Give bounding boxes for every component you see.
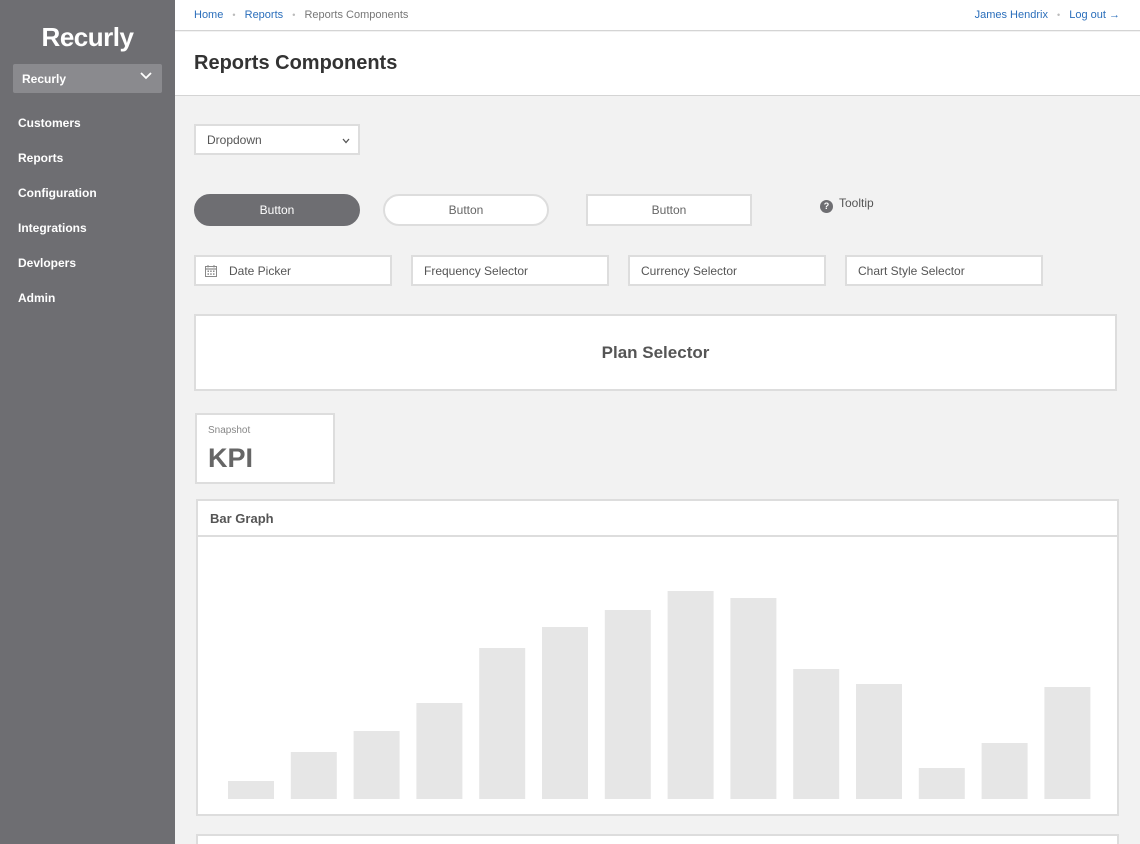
bar-graph-plot <box>228 591 1091 799</box>
bar-9 <box>730 598 777 799</box>
chart-style-selector[interactable]: Chart Style Selector <box>845 255 1043 286</box>
user-menu: James Hendrix • Log out → <box>975 9 1120 21</box>
breadcrumb-current: Reports Components <box>304 9 409 21</box>
bar-13 <box>981 743 1028 799</box>
next-card <box>196 834 1119 844</box>
bar-4 <box>416 703 463 799</box>
bar-graph-header: Bar Graph <box>196 499 1119 537</box>
account-selector[interactable]: Recurly <box>13 64 162 93</box>
dropdown-select[interactable]: Dropdown <box>194 124 360 155</box>
breadcrumb-separator: • <box>292 10 296 20</box>
primary-button[interactable]: Button <box>194 194 360 226</box>
kpi-value: KPI <box>208 443 254 473</box>
bar-graph <box>196 535 1119 816</box>
account-label: Recurly <box>22 72 67 86</box>
breadcrumb-home[interactable]: Home <box>194 9 223 21</box>
date-picker[interactable]: Date Picker <box>194 255 392 286</box>
bar-graph-title: Bar Graph <box>210 511 274 526</box>
kpi-label: Snapshot <box>208 425 251 436</box>
bar-14 <box>1044 687 1091 799</box>
question-icon: ? <box>820 200 833 213</box>
chevron-down-icon <box>342 138 350 144</box>
user-name-link[interactable]: James Hendrix <box>975 9 1048 21</box>
user-separator: • <box>1057 10 1061 20</box>
bar-3 <box>353 731 400 799</box>
bar-5 <box>479 648 526 799</box>
calendar-icon <box>205 265 217 277</box>
sidebar-item-configuration[interactable]: Configuration <box>0 175 175 210</box>
bar-6 <box>542 627 588 799</box>
date-picker-label: Date Picker <box>229 264 292 278</box>
tooltip-label: Tooltip <box>839 196 874 210</box>
logo: Recurly <box>41 22 134 52</box>
sidebar-item-customers[interactable]: Customers <box>0 105 175 140</box>
bar-11 <box>856 684 902 799</box>
secondary-button[interactable]: Button <box>383 194 549 226</box>
breadcrumb-reports[interactable]: Reports <box>245 9 284 21</box>
currency-selector[interactable]: Currency Selector <box>628 255 826 286</box>
breadcrumb-separator: • <box>232 10 236 20</box>
sidebar: Recurly Recurly Customers Reports Config… <box>0 0 175 844</box>
page-header: Reports Components <box>175 32 1140 96</box>
bar-8 <box>667 591 714 799</box>
chevron-down-icon <box>140 72 152 80</box>
tooltip-trigger[interactable]: ? Tooltip <box>820 196 874 213</box>
sidebar-item-admin[interactable]: Admin <box>0 280 175 315</box>
bar-10 <box>793 669 840 799</box>
dropdown-label: Dropdown <box>207 133 262 147</box>
sidebar-item-reports[interactable]: Reports <box>0 140 175 175</box>
sidebar-item-developers[interactable]: Devlopers <box>0 245 175 280</box>
page-title: Reports Components <box>194 52 398 74</box>
bar-12 <box>918 768 965 799</box>
tertiary-button[interactable]: Button <box>586 194 752 226</box>
sidebar-nav: Customers Reports Configuration Integrat… <box>0 105 175 315</box>
sidebar-item-integrations[interactable]: Integrations <box>0 210 175 245</box>
bar-7 <box>604 610 651 799</box>
plan-selector[interactable]: Plan Selector <box>194 314 1117 391</box>
logout-link[interactable]: Log out → <box>1069 9 1120 21</box>
bar-2 <box>290 752 337 799</box>
bar-1 <box>228 781 274 799</box>
kpi-card: Snapshot KPI <box>195 413 335 484</box>
frequency-selector[interactable]: Frequency Selector <box>411 255 609 286</box>
top-bar: Home • Reports • Reports Components Jame… <box>175 0 1140 31</box>
breadcrumb: Home • Reports • Reports Components <box>194 9 408 21</box>
